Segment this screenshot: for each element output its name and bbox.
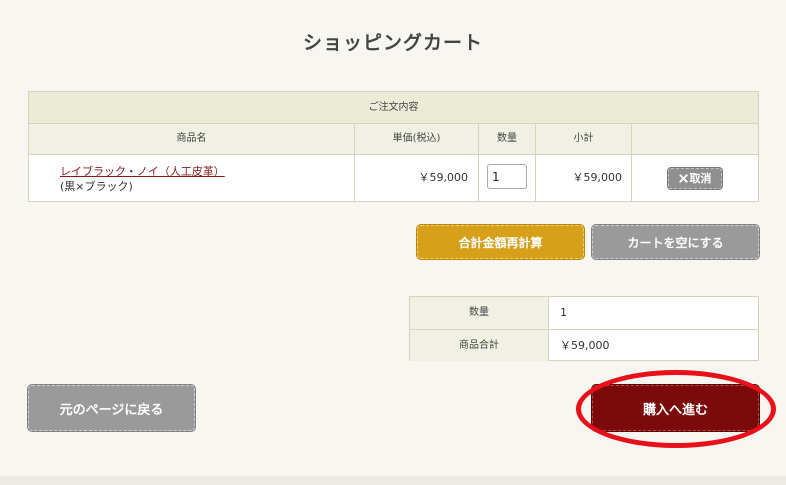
item-cell: レイブラック・ノイ（人工皮革） (黒×ブラック): [29, 155, 355, 201]
footer-band: [0, 476, 786, 485]
summary-quantity-label: 数量: [410, 297, 549, 329]
summary-total-value: ￥59,000: [560, 339, 610, 352]
item-subtotal: ￥59,000: [536, 155, 632, 201]
remove-item-label: 取消: [689, 172, 712, 185]
remove-item-button[interactable]: 取消: [667, 166, 723, 190]
summary-quantity-value: 1: [560, 306, 567, 319]
product-variant: (黒×ブラック): [60, 180, 133, 193]
remove-cell: 取消: [632, 155, 758, 201]
header-subtotal: 小計: [536, 124, 632, 154]
recalculate-total-button[interactable]: 合計金額再計算: [416, 224, 585, 260]
empty-cart-button[interactable]: カートを空にする: [591, 224, 760, 260]
order-caption: ご注文内容: [29, 92, 758, 124]
header-product-name: 商品名: [29, 124, 355, 154]
order-table: ご注文内容 商品名 単価(税込) 数量 小計 レイブラック・ノイ（人工皮革） (…: [28, 91, 759, 202]
quantity-cell: [479, 155, 536, 201]
order-header-row: 商品名 単価(税込) 数量 小計: [29, 124, 758, 155]
header-unit-price: 単価(税込): [355, 124, 479, 154]
summary-total-row: 商品合計 ￥59,000: [410, 329, 758, 361]
header-quantity: 数量: [479, 124, 536, 154]
unit-price: ￥59,000: [355, 155, 479, 201]
summary-quantity-row: 数量 1: [410, 297, 758, 329]
summary-total-label: 商品合計: [410, 330, 549, 361]
quantity-input[interactable]: [487, 164, 527, 189]
close-icon: [678, 173, 688, 183]
summary-table: 数量 1 商品合計 ￥59,000: [409, 296, 759, 361]
header-actions: [632, 124, 758, 154]
proceed-to-checkout-button[interactable]: 購入へ進む: [591, 384, 760, 432]
page-title: ショッピングカート: [302, 32, 483, 54]
back-to-previous-page-button[interactable]: 元のページに戻る: [27, 384, 196, 432]
cart-item-row: レイブラック・ノイ（人工皮革） (黒×ブラック) ￥59,000 ￥59,000…: [29, 155, 758, 201]
product-name-link[interactable]: レイブラック・ノイ（人工皮革）: [60, 165, 225, 178]
